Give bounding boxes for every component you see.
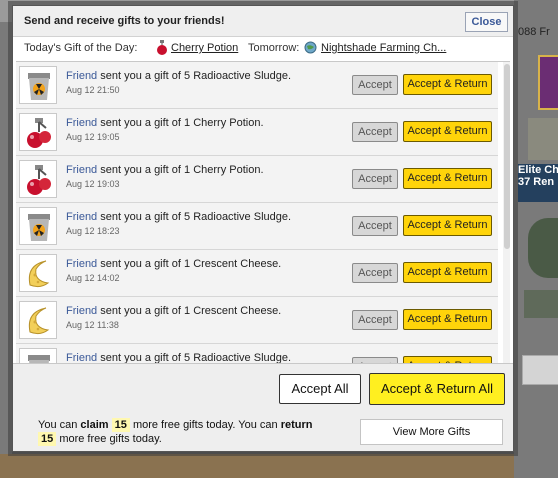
gift-description: sent you a gift of 5 Radioactive Sludge. xyxy=(100,352,292,363)
nightshade-globe-icon xyxy=(304,41,317,54)
gift-thumbnail xyxy=(19,207,57,245)
gift-thumbnail xyxy=(19,254,57,292)
claim-word: claim xyxy=(80,419,109,431)
cave-card xyxy=(524,290,558,318)
gift-date: Aug 12 19:03 xyxy=(66,179,120,189)
accept-button[interactable]: Accept xyxy=(352,263,398,283)
elite-line-1: Elite Ch xyxy=(518,164,558,176)
sender-link[interactable]: Friend xyxy=(66,352,97,363)
gift-thumbnail xyxy=(19,66,57,104)
gift-list-scrollbar[interactable] xyxy=(503,62,510,363)
accept-button[interactable]: Accept xyxy=(352,75,398,95)
gift-date: Aug 12 21:50 xyxy=(66,85,120,95)
gift-message: Friend sent you a gift of 1 Cherry Potio… xyxy=(66,164,264,176)
gift-limit-info: You can claim 15 more free gifts today. … xyxy=(38,418,358,446)
gift-list: Friend sent you a gift of 5 Radioactive … xyxy=(16,61,510,363)
gift-thumbnail xyxy=(19,301,57,339)
cherry-potion-icon xyxy=(157,40,167,55)
accept-button[interactable]: Accept xyxy=(352,216,398,236)
today-gift-link[interactable]: Cherry Potion xyxy=(171,42,238,54)
info-suffix: more free gifts today. xyxy=(59,433,162,445)
gift-message: Friend sent you a gift of 1 Crescent Che… xyxy=(66,258,281,270)
accept-return-button[interactable]: Accept & Return xyxy=(403,309,492,330)
gift-thumbnail xyxy=(19,113,57,151)
gift-message: Friend sent you a gift of 1 Cherry Potio… xyxy=(66,117,264,129)
gift-row: Friend sent you a gift of 1 Crescent Che… xyxy=(16,297,498,344)
claim-count: 15 xyxy=(111,418,130,432)
dialog-footer: Accept All Accept & Return All You can c… xyxy=(13,363,513,451)
gift-row: Friend sent you a gift of 1 Cherry Potio… xyxy=(16,156,498,203)
gift-date: Aug 12 19:05 xyxy=(66,132,120,142)
gift-description: sent you a gift of 1 Crescent Cheese. xyxy=(100,258,282,270)
dialog-title: Send and receive gifts to your friends! xyxy=(24,15,225,27)
accept-return-button[interactable]: Accept & Return xyxy=(403,121,492,142)
dialog-header: Send and receive gifts to your friends! … xyxy=(13,6,513,37)
accept-button[interactable]: Accept xyxy=(352,310,398,330)
gift-message: Friend sent you a gift of 1 Crescent Che… xyxy=(66,305,281,317)
scrollbar-thumb[interactable] xyxy=(504,64,510,249)
sender-link[interactable]: Friend xyxy=(66,211,97,223)
view-more-gifts-button[interactable]: View More Gifts xyxy=(360,419,503,445)
elite-line-2: 37 Ren xyxy=(518,176,555,188)
right-background-panel: 088 Fr Elite Ch 37 Ren xyxy=(514,0,558,478)
gift-date: Aug 12 14:02 xyxy=(66,273,120,283)
gift-row: Friend sent you a gift of 5 Radioactive … xyxy=(16,62,498,109)
gift-row: Friend sent you a gift of 1 Cherry Potio… xyxy=(16,109,498,156)
accept-return-button[interactable]: Accept & Return xyxy=(403,168,492,189)
accept-return-button[interactable]: Accept & Return xyxy=(403,262,492,283)
sender-link[interactable]: Friend xyxy=(66,117,97,129)
accept-return-all-button[interactable]: Accept & Return All xyxy=(369,373,505,405)
castle-image xyxy=(528,118,558,160)
today-label: Today's Gift of the Day: xyxy=(24,42,138,54)
tomorrow-gift-link[interactable]: Nightshade Farming Ch... xyxy=(321,42,446,54)
gift-dialog: Send and receive gifts to your friends! … xyxy=(12,5,514,452)
accept-all-button[interactable]: Accept All xyxy=(279,374,361,404)
sender-link[interactable]: Friend xyxy=(66,164,97,176)
gift-message: Friend sent you a gift of 5 Radioactive … xyxy=(66,70,291,82)
info-mid: more free gifts today. You can xyxy=(132,419,278,431)
gift-row: Friend sent you a gift of 5 Radioactive … xyxy=(16,344,498,363)
sender-link[interactable]: Friend xyxy=(66,258,97,270)
map-gear-image xyxy=(528,218,558,278)
gift-thumbnail xyxy=(19,348,57,363)
elite-banner: Elite Ch 37 Ren xyxy=(518,164,558,202)
top-right-text: 088 Fr xyxy=(518,26,550,38)
accept-button[interactable]: Accept xyxy=(352,169,398,189)
gift-of-the-day-bar: Today's Gift of the Day: Cherry Potion T… xyxy=(24,40,504,59)
bottom-background-strip xyxy=(0,454,558,478)
sender-link[interactable]: Friend xyxy=(66,305,97,317)
close-button[interactable]: Close xyxy=(465,12,508,32)
gift-date: Aug 12 11:38 xyxy=(66,320,119,330)
gift-row: Friend sent you a gift of 5 Radioactive … xyxy=(16,203,498,250)
tomorrow-label: Tomorrow: xyxy=(248,42,300,54)
gift-description: sent you a gift of 1 Cherry Potion. xyxy=(100,164,264,176)
gift-description: sent you a gift of 5 Radioactive Sludge. xyxy=(100,211,292,223)
accept-return-button[interactable]: Accept & Return xyxy=(403,215,492,236)
info-prefix: You can xyxy=(38,419,78,431)
gift-message: Friend sent you a gift of 5 Radioactive … xyxy=(66,211,291,223)
return-count: 15 xyxy=(38,432,57,446)
gift-date: Aug 12 18:23 xyxy=(66,226,120,236)
gift-description: sent you a gift of 5 Radioactive Sludge. xyxy=(100,70,292,82)
accept-return-button[interactable]: Accept & Return xyxy=(403,356,492,363)
left-background-strip xyxy=(0,22,12,478)
accept-button[interactable]: Accept xyxy=(352,122,398,142)
sender-link[interactable]: Friend xyxy=(66,70,97,82)
accept-return-button[interactable]: Accept & Return xyxy=(403,74,492,95)
gift-message: Friend sent you a gift of 5 Radioactive … xyxy=(66,352,291,363)
gift-thumbnail xyxy=(19,160,57,198)
gift-description: sent you a gift of 1 Cherry Potion. xyxy=(100,117,264,129)
gift-description: sent you a gift of 1 Crescent Cheese. xyxy=(100,305,282,317)
purple-sign xyxy=(538,55,558,110)
return-word: return xyxy=(280,419,313,431)
gift-row: Friend sent you a gift of 1 Crescent Che… xyxy=(16,250,498,297)
side-input-box xyxy=(522,355,558,385)
